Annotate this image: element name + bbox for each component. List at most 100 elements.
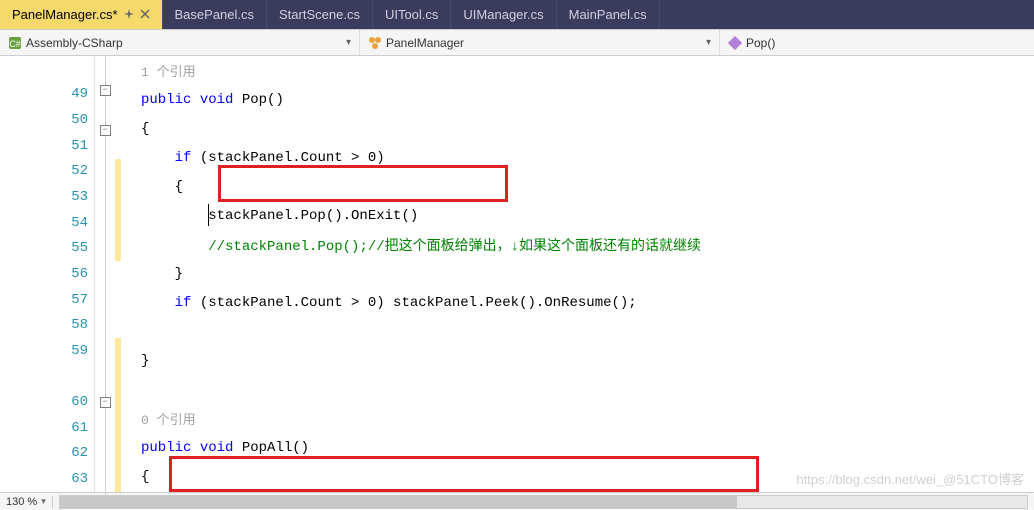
code-line[interactable]: { — [121, 114, 1034, 143]
code-line[interactable] — [121, 375, 1034, 404]
file-tabs: PanelManager.cs* BasePanel.cs StartScene… — [0, 0, 1034, 30]
tab-uimanager[interactable]: UIManager.cs — [451, 0, 556, 29]
close-icon[interactable] — [140, 7, 150, 22]
line-number: 51 — [0, 133, 88, 159]
tab-basepanel[interactable]: BasePanel.cs — [163, 0, 268, 29]
fold-cell — [105, 56, 106, 85]
code-line[interactable]: } — [121, 259, 1034, 288]
tab-label: MainPanel.cs — [569, 7, 647, 22]
fold-guide-line — [105, 136, 106, 165]
code-line[interactable]: if (stackPanel.Count > 0) — [121, 143, 1034, 172]
fold-guide-line — [105, 281, 106, 310]
fold-guide-line — [105, 223, 106, 252]
tab-label: StartScene.cs — [279, 7, 360, 22]
fold-cell — [105, 466, 106, 495]
fold-guide-line — [105, 194, 106, 223]
tab-label: BasePanel.cs — [175, 7, 255, 22]
chevron-down-icon: ▾ — [346, 37, 351, 48]
class-icon — [368, 36, 382, 50]
fold-cell — [105, 368, 106, 397]
line-number: 49 — [0, 82, 88, 108]
code-line[interactable]: public void PopAll() — [121, 433, 1034, 462]
code-line[interactable]: //stackPanel.Pop();//把这个面板给弹出，↓如果这个面板还有的… — [121, 230, 1034, 259]
line-number: 59 — [0, 338, 88, 364]
fold-cell[interactable]: − — [100, 397, 111, 408]
tab-label: PanelManager.cs* — [12, 7, 118, 22]
line-number: 53 — [0, 184, 88, 210]
line-number: 60 — [0, 389, 88, 415]
tab-label: UITool.cs — [385, 7, 438, 22]
line-number-gutter: 495051525354555657585960616263 — [0, 56, 95, 492]
line-number: 57 — [0, 287, 88, 313]
fold-cell — [105, 136, 106, 165]
navigation-bar: C# Assembly-CSharp ▾ PanelManager ▾ Pop(… — [0, 30, 1034, 56]
code-line[interactable]: } — [121, 346, 1034, 375]
outline-gutter: − − − — [95, 56, 115, 492]
code-line[interactable]: { — [121, 462, 1034, 491]
line-number: 56 — [0, 261, 88, 287]
nav-project-label: Assembly-CSharp — [26, 36, 123, 50]
fold-guide-line — [105, 165, 106, 194]
codelens-reference[interactable]: 1 个引用 — [141, 61, 196, 80]
line-number: 63 — [0, 466, 88, 492]
scrollbar-thumb[interactable] — [60, 496, 737, 508]
fold-toggle-icon[interactable]: − — [100, 85, 111, 96]
svg-text:C#: C# — [9, 39, 21, 49]
fold-guide-line — [105, 310, 106, 339]
fold-guide-line — [105, 56, 106, 85]
fold-cell — [105, 437, 106, 466]
line-number — [0, 364, 88, 390]
fold-guide-line — [105, 339, 106, 368]
code-line[interactable] — [121, 317, 1034, 346]
tab-mainpanel[interactable]: MainPanel.cs — [557, 0, 660, 29]
fold-cell — [105, 252, 106, 281]
fold-cell — [105, 165, 106, 194]
nav-method-dropdown[interactable]: Pop() — [720, 30, 1034, 55]
line-number: 58 — [0, 312, 88, 338]
fold-cell[interactable]: − — [100, 125, 111, 136]
code-line[interactable]: 1 个引用 — [121, 56, 1034, 85]
fold-cell — [105, 281, 106, 310]
status-bar: 130 % ▾ — [0, 492, 1034, 510]
fold-cell — [105, 194, 106, 223]
line-number — [0, 56, 88, 82]
tab-label: UIManager.cs — [463, 7, 543, 22]
line-number: 61 — [0, 415, 88, 441]
code-line[interactable]: stackPanel.Pop().OnExit() — [121, 201, 1034, 230]
fold-cell — [105, 310, 106, 339]
code-line[interactable]: 0 个引用 — [121, 404, 1034, 433]
line-number: 62 — [0, 441, 88, 467]
fold-toggle-icon[interactable]: − — [100, 125, 111, 136]
csharp-project-icon: C# — [8, 36, 22, 50]
fold-guide-line — [105, 96, 106, 125]
tab-startscene[interactable]: StartScene.cs — [267, 0, 373, 29]
code-area[interactable]: 1 个引用public void Pop(){ if (stackPanel.C… — [121, 56, 1034, 492]
nav-class-dropdown[interactable]: PanelManager ▾ — [360, 30, 720, 55]
line-number: 55 — [0, 235, 88, 261]
fold-guide-line — [105, 368, 106, 397]
method-icon — [728, 36, 742, 50]
nav-project-dropdown[interactable]: C# Assembly-CSharp ▾ — [0, 30, 360, 55]
line-number: 54 — [0, 210, 88, 236]
editor-area: 495051525354555657585960616263 −−− 1 个引用… — [0, 56, 1034, 492]
chevron-down-icon: ▾ — [41, 496, 46, 507]
code-line[interactable]: public void Pop() — [121, 85, 1034, 114]
fold-cell[interactable]: − — [100, 85, 111, 96]
codelens-reference[interactable]: 0 个引用 — [141, 409, 196, 428]
fold-guide-line — [105, 252, 106, 281]
fold-cell — [105, 96, 106, 125]
nav-method-label: Pop() — [746, 36, 775, 50]
code-line[interactable]: { — [121, 172, 1034, 201]
tab-uitool[interactable]: UITool.cs — [373, 0, 451, 29]
tab-panelmanager[interactable]: PanelManager.cs* — [0, 0, 163, 29]
pin-icon[interactable] — [124, 7, 134, 22]
zoom-dropdown[interactable]: 130 % ▾ — [0, 496, 53, 508]
fold-toggle-icon[interactable]: − — [100, 397, 111, 408]
code-line[interactable]: while (stackPanel.Count > 0) stackPanel.… — [121, 491, 1034, 492]
code-line[interactable]: if (stackPanel.Count > 0) stackPanel.Pee… — [121, 288, 1034, 317]
nav-class-label: PanelManager — [386, 36, 464, 50]
chevron-down-icon: ▾ — [706, 37, 711, 48]
horizontal-scrollbar[interactable] — [59, 495, 1028, 509]
text-caret — [208, 204, 209, 226]
fold-guide-line — [105, 408, 106, 437]
